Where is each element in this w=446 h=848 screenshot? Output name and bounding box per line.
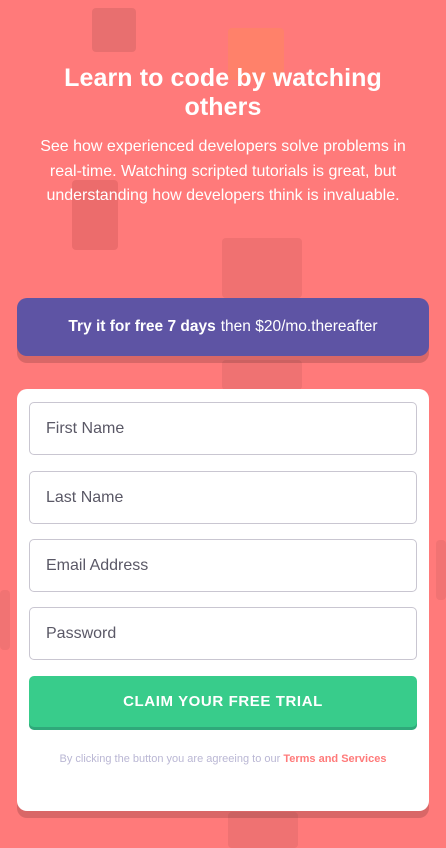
bg-shape — [228, 812, 298, 848]
terms-link[interactable]: Terms and Services — [283, 753, 386, 765]
promo-bold-text: Try it for free 7 days — [68, 318, 216, 335]
hero-section: Learn to code by watching others See how… — [24, 64, 422, 209]
signup-form: Claim your free trial By clicking the bu… — [17, 389, 429, 811]
bg-shape — [92, 8, 136, 52]
terms-notice: By clicking the button you are agreeing … — [47, 753, 399, 766]
password-input[interactable] — [29, 607, 417, 660]
claim-trial-button[interactable]: Claim your free trial — [29, 676, 417, 727]
hero-description: See how experienced developers solve pro… — [40, 138, 406, 204]
email-input[interactable] — [29, 539, 417, 592]
first-name-input[interactable] — [29, 402, 417, 455]
bg-shape — [436, 540, 446, 600]
promo-price-text: then $20/mo.thereafter — [220, 318, 378, 335]
bg-shape — [0, 590, 10, 650]
promo-banner: Try it for free 7 days then $20/mo.there… — [17, 298, 429, 356]
terms-prefix: By clicking the button you are agreeing … — [59, 753, 281, 765]
hero-title: Learn to code by watching others — [64, 64, 382, 121]
bg-shape — [222, 360, 302, 390]
bg-shape — [222, 238, 302, 298]
last-name-input[interactable] — [29, 471, 417, 524]
